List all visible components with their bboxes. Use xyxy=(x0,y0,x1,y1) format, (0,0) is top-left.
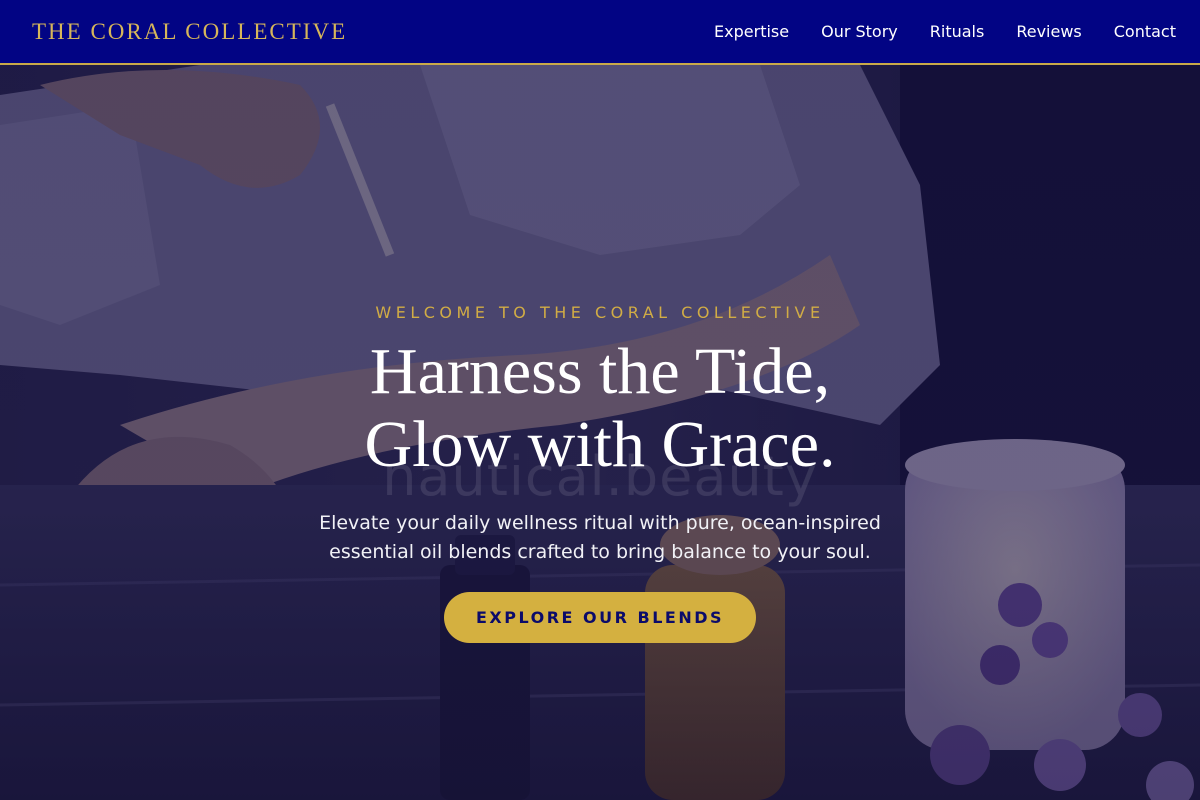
brand-logo[interactable]: THE CORAL COLLECTIVE xyxy=(32,19,347,45)
nav-link-expertise[interactable]: Expertise xyxy=(714,22,789,41)
nav-link-contact[interactable]: Contact xyxy=(1114,22,1176,41)
site-header: THE CORAL COLLECTIVE Expertise Our Story… xyxy=(0,0,1200,65)
hero-headline-line-1: Harness the Tide, xyxy=(369,335,831,408)
hero-subtitle-line-2: essential oil blends crafted to bring ba… xyxy=(329,541,871,563)
nav-link-rituals[interactable]: Rituals xyxy=(930,22,985,41)
hero-content: WELCOME TO THE CORAL COLLECTIVE nautical… xyxy=(0,65,1200,800)
nav-link-our-story[interactable]: Our Story xyxy=(821,22,898,41)
hero-section: WELCOME TO THE CORAL COLLECTIVE nautical… xyxy=(0,65,1200,800)
explore-blends-button[interactable]: EXPLORE OUR BLENDS xyxy=(444,592,756,643)
hero-eyebrow: WELCOME TO THE CORAL COLLECTIVE xyxy=(375,303,825,322)
main-nav: Expertise Our Story Rituals Reviews Cont… xyxy=(682,22,1176,41)
hero-headline: Harness the Tide, Glow with Grace. xyxy=(0,335,1200,481)
nav-link-reviews[interactable]: Reviews xyxy=(1016,22,1081,41)
hero-subtitle: Elevate your daily wellness ritual with … xyxy=(0,509,1200,567)
hero-headline-line-2: Glow with Grace. xyxy=(364,408,836,481)
hero-subtitle-line-1: Elevate your daily wellness ritual with … xyxy=(319,512,881,534)
